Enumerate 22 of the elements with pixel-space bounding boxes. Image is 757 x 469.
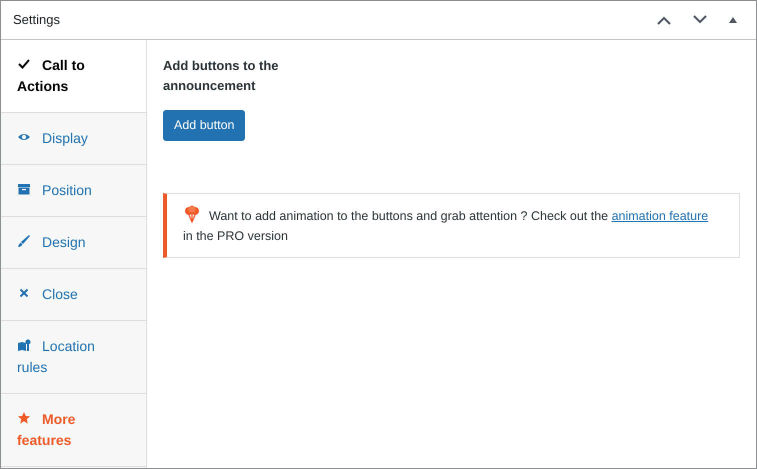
section-heading: Add buttons to the announcement xyxy=(163,57,280,95)
panel-title: Settings xyxy=(13,11,60,30)
add-button[interactable]: Add button xyxy=(163,110,246,141)
box-icon xyxy=(17,182,31,196)
chevron-up-icon xyxy=(657,16,671,25)
star-icon xyxy=(17,411,31,425)
sidebar-tab[interactable]: Location rules xyxy=(1,321,146,394)
notice-text: Want to add animation to the buttons and grab attention ? Check out the animation feature in the PRO version xyxy=(183,204,709,246)
sidebar-tab[interactable]: Position xyxy=(1,165,146,217)
brush-icon xyxy=(17,234,31,248)
sidebar-tab[interactable]: More features xyxy=(1,394,146,467)
chevron-down-icon xyxy=(693,15,707,24)
close-icon xyxy=(17,286,31,300)
triangle-up-icon xyxy=(729,17,737,23)
check-icon xyxy=(17,57,31,71)
sidebar-tab[interactable]: Close xyxy=(1,269,146,321)
sidebar-tab[interactable]: Display xyxy=(1,113,146,165)
balloons-icon xyxy=(183,204,201,223)
sidebar-tab[interactable]: Design xyxy=(1,217,146,269)
sidebar-tab[interactable]: Call to Actions xyxy=(1,40,146,113)
map-icon xyxy=(17,338,31,352)
animation-feature-link[interactable]: animation feature xyxy=(612,208,708,223)
